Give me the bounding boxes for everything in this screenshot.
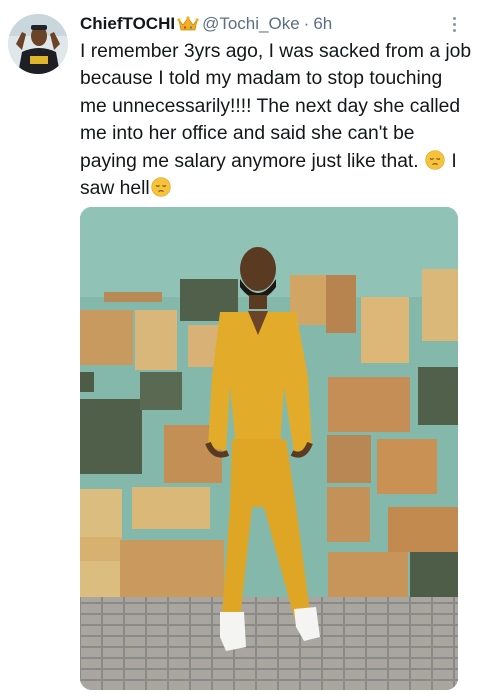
avatar[interactable] (8, 14, 68, 74)
user-handle[interactable]: @Tochi_Oke (202, 14, 300, 34)
pensive-face-icon (425, 149, 445, 170)
photo-image (80, 207, 458, 690)
pensive-face-icon-2 (151, 177, 171, 197)
display-name[interactable]: ChiefTOCHI (80, 14, 175, 34)
separator-dot: · (303, 14, 310, 33)
avatar-image (8, 14, 68, 74)
tweet-text: I remember 3yrs ago, I was sacked from a… (80, 38, 472, 202)
timestamp[interactable]: 6h (313, 14, 332, 34)
tweet-text-main: I remember 3yrs ago, I was sacked from a… (80, 41, 472, 172)
crown-icon (177, 15, 199, 33)
more-options-icon[interactable] (446, 12, 462, 36)
tweet-header: ChiefTOCHI @Tochi_Oke · 6h (80, 12, 460, 36)
tweet-photo[interactable] (80, 207, 458, 690)
